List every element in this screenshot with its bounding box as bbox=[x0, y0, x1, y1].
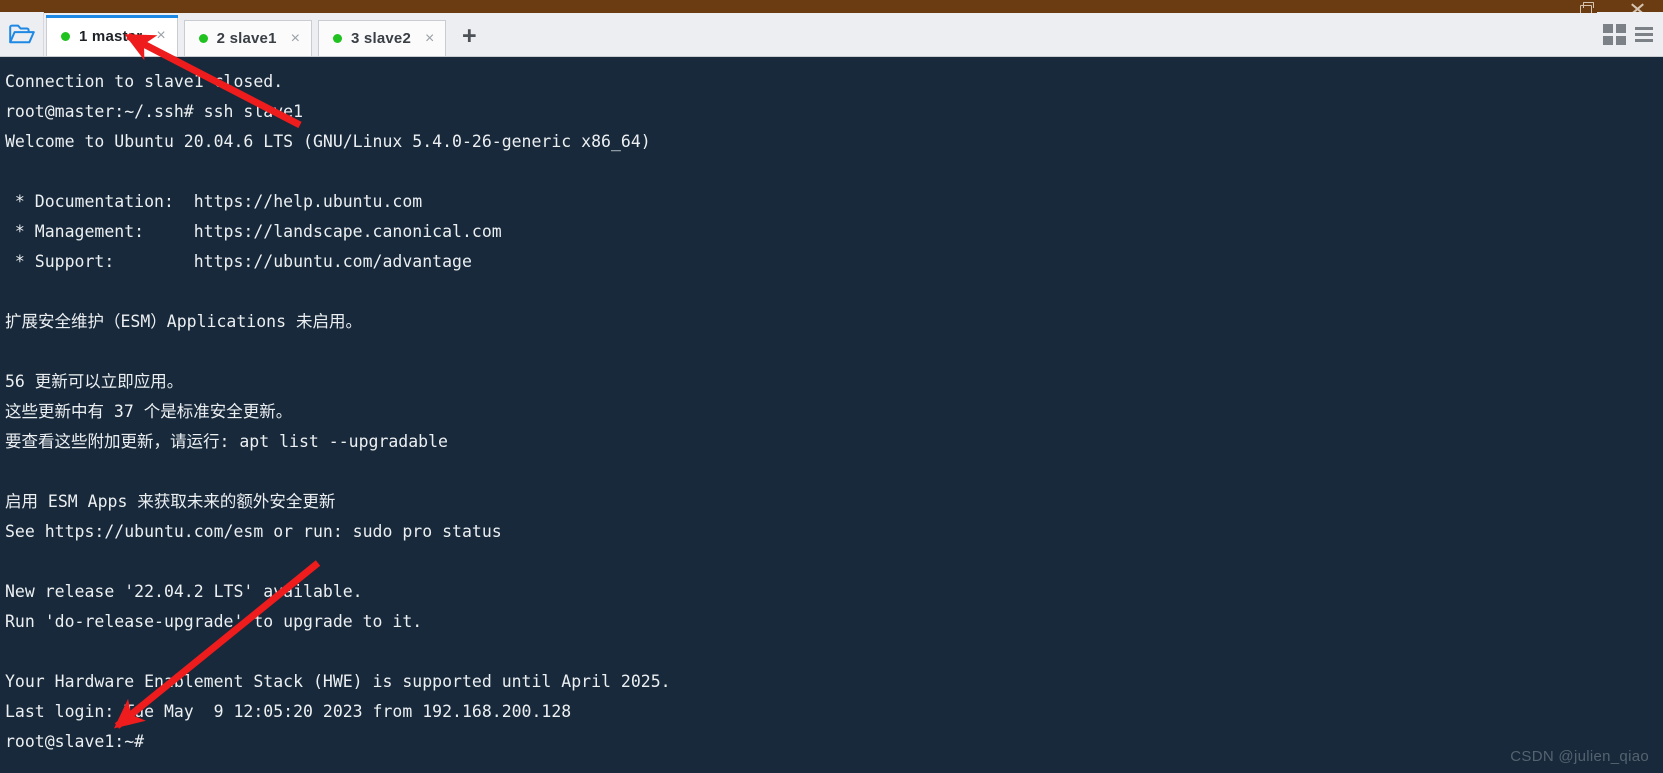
tab-status-dot-icon bbox=[333, 34, 342, 43]
hamburger-menu-icon[interactable] bbox=[1635, 26, 1653, 42]
terminal-prompt-line: root@slave1:~# bbox=[5, 732, 145, 751]
tab-label: 1 mastar bbox=[79, 27, 143, 45]
tab-close-icon[interactable]: × bbox=[156, 28, 165, 44]
terminal-line: New release '22.04.2 LTS' available. bbox=[5, 582, 363, 601]
terminal-line: * Documentation: https://help.ubuntu.com bbox=[5, 192, 423, 211]
terminal-line: root@master:~/.ssh# ssh slave1 bbox=[5, 102, 304, 121]
tab-label: 3 slave2 bbox=[351, 30, 411, 47]
terminal-line: Run 'do-release-upgrade' to upgrade to i… bbox=[5, 612, 423, 631]
terminal-line: 扩展安全维护（ESM）Applications 未启用。 bbox=[5, 312, 362, 331]
terminal-output[interactable]: Connection to slave1 closed. root@master… bbox=[0, 57, 1663, 773]
tab-label: 2 slave1 bbox=[216, 30, 277, 47]
tab-mastar[interactable]: 1 mastar × bbox=[46, 15, 178, 56]
tab-list: 1 mastar × 2 slave1 × 3 slave2 × + bbox=[44, 12, 486, 56]
tab-bar-actions bbox=[1597, 12, 1663, 56]
terminal-line: 56 更新可以立即应用。 bbox=[5, 372, 184, 391]
terminal-line: 要查看这些附加更新，请运行: apt list --upgradable bbox=[5, 432, 448, 451]
terminal-line: Welcome to Ubuntu 20.04.6 LTS (GNU/Linux… bbox=[5, 132, 651, 151]
watermark: CSDN @julien_qiao bbox=[1510, 748, 1649, 765]
terminal-app-window: 1 mastar × 2 slave1 × 3 slave2 × + Conne… bbox=[0, 0, 1663, 773]
tab-slave2[interactable]: 3 slave2 × bbox=[318, 20, 447, 56]
tab-close-icon[interactable]: × bbox=[425, 30, 434, 47]
terminal-line: Last login: Tue May 9 12:05:20 2023 from… bbox=[5, 702, 572, 721]
terminal-line: Connection to slave1 closed. bbox=[5, 72, 284, 91]
tab-bar: 1 mastar × 2 slave1 × 3 slave2 × + bbox=[0, 12, 1663, 57]
terminal-line: * Management: https://landscape.canonica… bbox=[5, 222, 502, 241]
close-window-button[interactable] bbox=[1631, 1, 1645, 13]
tab-status-dot-icon bbox=[198, 34, 208, 43]
new-tab-button[interactable]: + bbox=[452, 20, 486, 56]
open-folder-button[interactable] bbox=[0, 12, 44, 56]
tab-close-icon[interactable]: × bbox=[291, 30, 300, 47]
restore-window-button[interactable] bbox=[1579, 1, 1594, 15]
terminal-line: See https://ubuntu.com/esm or run: sudo … bbox=[5, 522, 502, 541]
terminal-line: Your Hardware Enablement Stack (HWE) is … bbox=[5, 672, 671, 691]
tab-status-dot-icon bbox=[61, 31, 70, 41]
terminal-line: 启用 ESM Apps 来获取未来的额外安全更新 bbox=[5, 492, 336, 511]
tab-bar-spacer bbox=[486, 12, 1597, 56]
tab-slave1[interactable]: 2 slave1 × bbox=[183, 20, 312, 56]
open-folder-icon bbox=[8, 24, 35, 45]
terminal-line: * Support: https://ubuntu.com/advantage bbox=[5, 252, 472, 271]
grid-view-icon[interactable] bbox=[1603, 23, 1626, 45]
terminal-line: 这些更新中有 37 个是标准安全更新。 bbox=[5, 402, 293, 421]
